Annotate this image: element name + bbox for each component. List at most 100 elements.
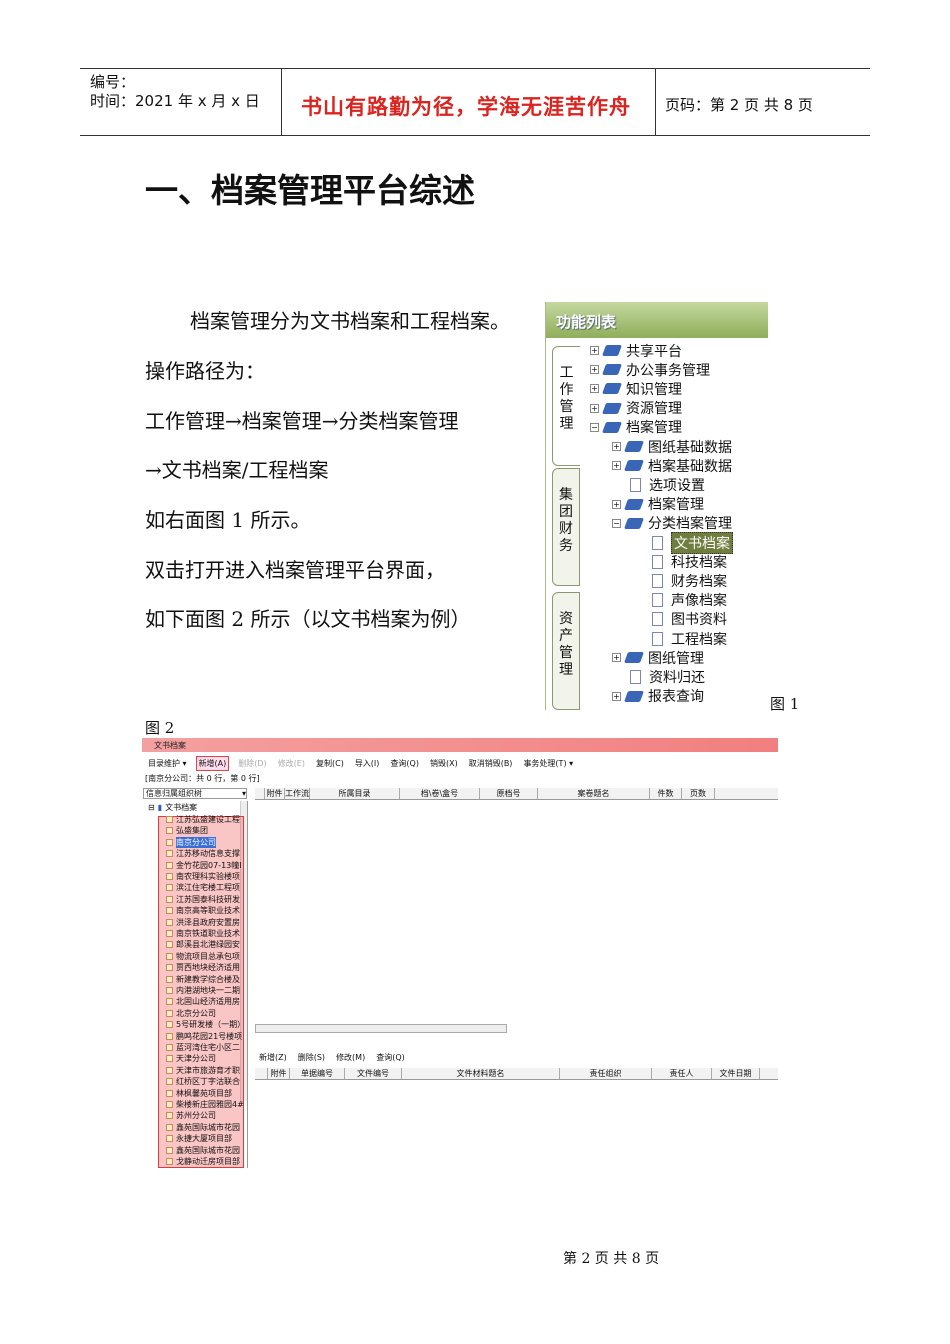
tree-item[interactable]: 天津市旅游育才职	[166, 1065, 240, 1076]
expand-toggle-icon[interactable]: +	[612, 653, 621, 663]
column-header[interactable]: 文件日期	[712, 1068, 760, 1079]
toolbar-button[interactable]: 复制(C)	[314, 757, 346, 770]
column-header[interactable]: 档\卷\盒号	[400, 788, 480, 799]
toolbar-button[interactable]: 事务处理(T) ▾	[521, 757, 575, 770]
tree-item[interactable]: 新建教学综合楼及	[166, 974, 240, 985]
expand-toggle-icon[interactable]: −	[612, 518, 621, 528]
column-header[interactable]: 责任组织	[560, 1068, 652, 1079]
side-tab-1[interactable]: 集团财务	[552, 468, 580, 586]
horizontal-scrollbar[interactable]	[255, 1024, 507, 1033]
tree-item[interactable]: 柴楼新庄园雅园4#	[166, 1099, 244, 1110]
tree-item[interactable]: 南京分公司	[166, 836, 216, 848]
tree-item[interactable]: 永捷大厦项目部	[166, 1133, 232, 1144]
column-header[interactable]: 页数	[682, 788, 715, 799]
column-header[interactable]: 件数	[650, 788, 682, 799]
tree-item[interactable]: 物流项目总承包项	[166, 951, 240, 962]
tree-item[interactable]: 贾西地块经济适用	[166, 962, 240, 973]
tree-item[interactable]: 弘盛集团	[166, 825, 208, 836]
tree-node[interactable]: 科技档案	[634, 552, 727, 571]
tree-node[interactable]: + 知识管理	[590, 379, 682, 398]
tree-item[interactable]: 苏州分公司	[166, 1110, 216, 1121]
tree-item[interactable]: 戈静动迁房项目部	[166, 1156, 240, 1167]
expand-toggle-icon[interactable]: +	[590, 403, 599, 413]
toolbar-button[interactable]: 销毁(X)	[428, 757, 460, 770]
toolbar-button[interactable]: 目录维护 ▾	[146, 757, 189, 770]
tree-node[interactable]: + 档案管理	[612, 495, 704, 514]
column-header[interactable]: 文件材料题名	[402, 1068, 560, 1079]
tree-item[interactable]: 南农理科实验楼项	[166, 871, 240, 882]
tree-node[interactable]: + 办公事务管理	[590, 360, 710, 379]
tree-item[interactable]: 江苏弘盛建设工程	[166, 814, 240, 825]
expand-toggle-icon[interactable]: +	[612, 442, 621, 451]
tree-node[interactable]: 选项设置	[612, 475, 705, 494]
column-header[interactable]: 所属目录	[310, 788, 400, 799]
splitter[interactable]	[247, 801, 248, 1168]
expand-toggle-icon[interactable]: +	[590, 346, 599, 355]
side-tab-2[interactable]: 资产管理	[552, 592, 580, 710]
tree-item[interactable]: 南京铁道职业技术	[166, 928, 240, 939]
tree-item[interactable]: 北固山经济适用房	[166, 996, 240, 1007]
tree-item[interactable]: 北京分公司	[166, 1008, 216, 1019]
tree-item[interactable]: 南京高等职业技术	[166, 905, 240, 916]
tree-item[interactable]: 鑫苑国际城市花园	[166, 1145, 240, 1156]
tree-root[interactable]: ⊟ ▮ 文书档案	[148, 802, 197, 813]
lower-toolbar-button[interactable]: 查询(Q)	[374, 1051, 407, 1064]
toolbar-button[interactable]: 删除(D)	[236, 757, 268, 770]
lower-toolbar-button[interactable]: 修改(M)	[334, 1051, 367, 1064]
column-header[interactable]: 文件编号	[345, 1068, 402, 1079]
expand-toggle-icon[interactable]: +	[590, 384, 599, 394]
tree-node[interactable]: 文书档案	[634, 531, 733, 554]
tree-item[interactable]: 鑫苑国际城市花园	[166, 1122, 240, 1133]
tree-node[interactable]: + 图纸管理	[612, 648, 704, 667]
toolbar-button[interactable]: 查询(Q)	[388, 757, 421, 770]
tree-node[interactable]: + 资源管理	[590, 399, 682, 418]
column-header[interactable]: 原档号	[480, 788, 538, 799]
tree-node[interactable]: + 共享平台	[590, 341, 682, 360]
tree-node[interactable]: 财务档案	[634, 571, 727, 590]
side-tab-0[interactable]: 工作管理	[552, 346, 580, 466]
tree-node[interactable]: + 图纸基础数据	[612, 437, 732, 456]
tree-node[interactable]: + 报表查询	[612, 687, 704, 706]
expand-toggle-icon[interactable]: +	[612, 691, 621, 701]
tree-item[interactable]: 林枫馨苑项目部	[166, 1088, 232, 1099]
toolbar-button[interactable]: 导入(I)	[353, 757, 382, 770]
tree-item[interactable]: 金竹花园07-13幢I	[166, 860, 242, 871]
column-header[interactable]: 附件	[265, 788, 285, 799]
tree-item[interactable]: 内港湖地块一二期	[166, 985, 240, 996]
toolbar-button[interactable]: 修改(E)	[276, 757, 307, 770]
column-header[interactable]: 案卷题名	[538, 788, 650, 799]
tree-item[interactable]: 鹏鸣花园21号楼项	[166, 1031, 242, 1042]
tree-item[interactable]: 洪泽县政府安置房	[166, 917, 240, 928]
tree-item[interactable]: 天津分公司	[166, 1053, 216, 1064]
column-header[interactable]	[255, 1068, 268, 1079]
column-header[interactable]: 责任人	[652, 1068, 712, 1079]
expand-toggle-icon[interactable]: +	[612, 499, 621, 509]
tree-item[interactable]: 江苏移动信息支撑	[166, 848, 240, 859]
tree-item[interactable]: 滨江住宅楼工程项	[166, 882, 240, 893]
tree-item[interactable]: 5号研发楼（一期）	[166, 1019, 245, 1030]
lower-toolbar-button[interactable]: 新增(Z)	[257, 1051, 289, 1064]
expand-toggle-icon[interactable]: +	[612, 461, 621, 471]
tree-item[interactable]: 蓝河湾住宅小区二	[166, 1042, 240, 1053]
column-header[interactable]	[255, 788, 265, 799]
tree-node[interactable]: − 分类档案管理	[612, 514, 732, 533]
tree-node[interactable]: 资料归还	[612, 667, 705, 686]
toolbar-button[interactable]: 新增(A)	[195, 755, 230, 771]
tree-item[interactable]: 红桥区丁字沽联合	[166, 1076, 240, 1087]
toolbar-button[interactable]: 取消销毁(B)	[467, 757, 515, 770]
tree-node[interactable]: 图书资料	[634, 610, 727, 629]
expand-toggle-icon[interactable]: −	[590, 422, 599, 432]
column-header[interactable]: 单据编号	[290, 1068, 345, 1079]
lower-toolbar-button[interactable]: 删除(S)	[296, 1051, 327, 1064]
column-header[interactable]: 附件	[268, 1068, 290, 1079]
tree-node[interactable]: − 档案管理	[590, 418, 682, 437]
tree-item[interactable]: 郎溪县北港绿园安	[166, 939, 240, 950]
tree-node[interactable]: 声像档案	[634, 591, 727, 610]
tree-node[interactable]: + 档案基础数据	[612, 456, 732, 475]
column-header[interactable]: 工作流	[285, 788, 310, 799]
window-title: 文书档案	[142, 738, 778, 752]
expand-toggle-icon[interactable]: +	[590, 365, 599, 375]
tree-node[interactable]: 工程档案	[634, 629, 727, 648]
tree-combo[interactable]: 信息归属组织树 ▾	[143, 788, 247, 799]
tree-item[interactable]: 江苏国泰科技研发	[166, 894, 240, 905]
